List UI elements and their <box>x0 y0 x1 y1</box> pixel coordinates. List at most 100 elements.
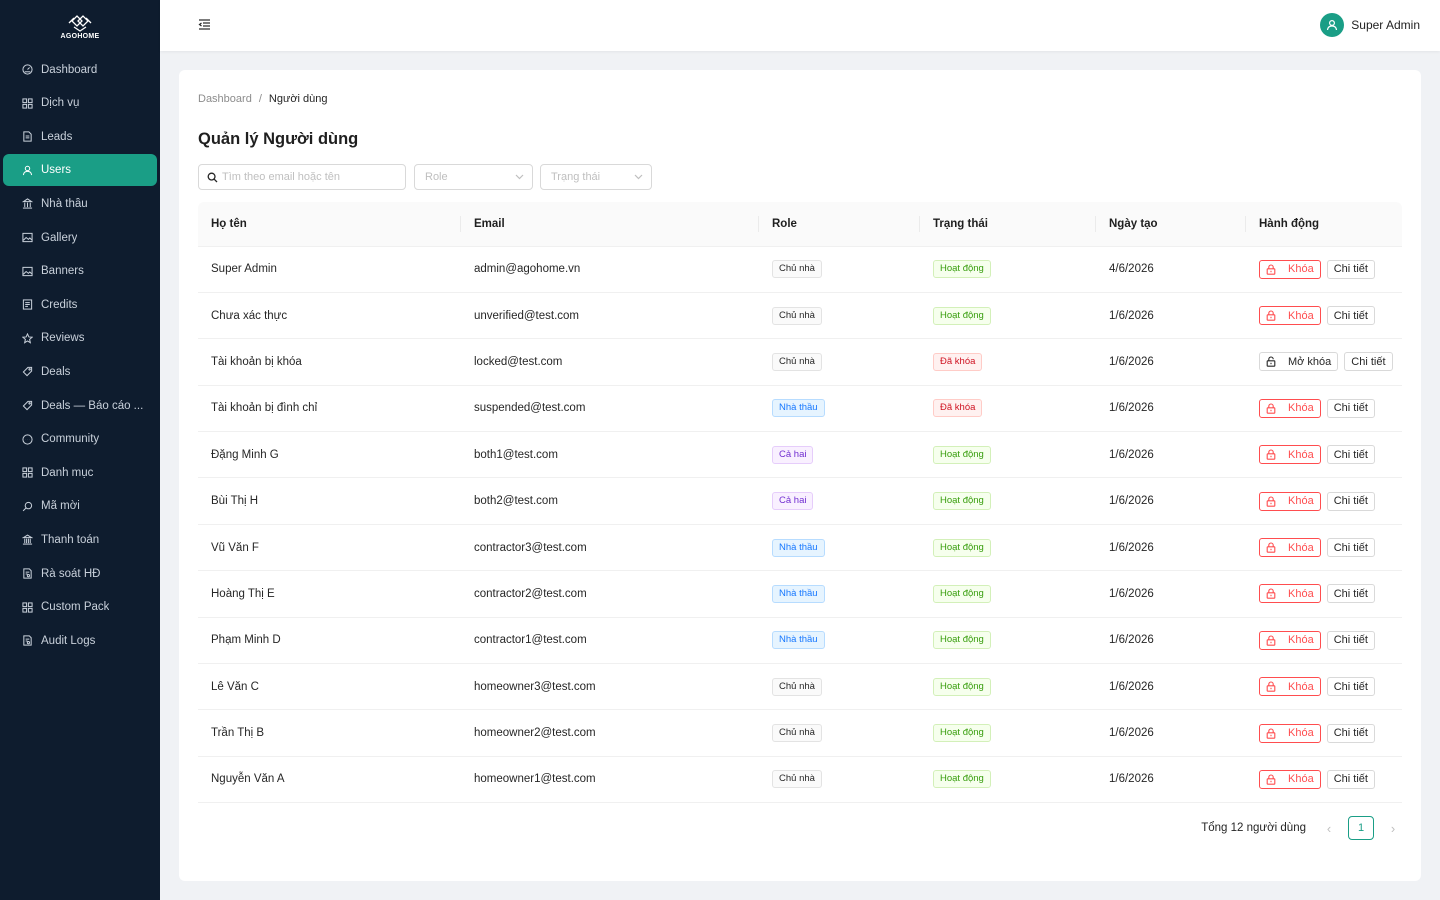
detail-button[interactable]: Chi tiết <box>1326 398 1375 418</box>
cell-email: suspended@test.com <box>461 385 759 433</box>
prev-page-button[interactable]: ‹ <box>1320 816 1338 840</box>
sidebar-item-banners[interactable]: Banners <box>3 255 157 287</box>
action-label: Khóa <box>1288 309 1314 322</box>
status-select[interactable]: Trạng thái <box>540 164 652 190</box>
user-email-text: unverified@test.com <box>474 309 579 322</box>
sidebar-item-gallery[interactable]: Gallery <box>3 222 157 254</box>
detail-button[interactable]: Chi tiết <box>1326 630 1375 650</box>
lock-button[interactable]: Khóa <box>1259 677 1321 697</box>
sidebar-item-deals[interactable]: Deals <box>3 356 157 388</box>
cell-actions: Khóa Chi tiết <box>1246 292 1402 340</box>
lock-button[interactable]: Khóa <box>1259 769 1321 789</box>
sidebar-item-credits[interactable]: Credits <box>3 289 157 321</box>
sidebar-item-leads[interactable]: Leads <box>3 121 157 153</box>
detail-button[interactable]: Chi tiết <box>1326 769 1375 789</box>
user-menu[interactable]: Super Admin <box>1320 13 1420 37</box>
cell-name: Lê Văn C <box>198 663 461 711</box>
user-name-text: Vũ Văn F <box>211 541 259 554</box>
cell-email: homeowner3@test.com <box>461 663 759 711</box>
cell-actions: Khóa Chi tiết <box>1246 385 1402 433</box>
sidebar-item-thanh-toan[interactable]: Thanh toán <box>3 524 157 556</box>
sidebar-item-community[interactable]: Community <box>3 423 157 455</box>
sidebar-item-label: Reviews <box>41 332 85 345</box>
next-page-button[interactable]: › <box>1384 816 1402 840</box>
created-date: 1/6/2026 <box>1109 727 1154 740</box>
cell-created: 1/6/2026 <box>1096 756 1246 804</box>
detail-button[interactable]: Chi tiết <box>1326 584 1375 604</box>
lock-button[interactable]: Khóa <box>1259 445 1321 465</box>
cell-role: Chủ nhà <box>759 292 920 340</box>
column-header: Họ tên <box>198 202 461 247</box>
lock-button[interactable]: Khóa <box>1259 584 1321 604</box>
sidebar-item-nha-thau[interactable]: Nhà thầu <box>3 188 157 220</box>
cell-role: Nhà thầu <box>759 570 920 618</box>
lock-button[interactable]: Khóa <box>1259 491 1321 511</box>
sidebar-item-users[interactable]: Users <box>3 154 157 187</box>
lock-icon <box>1266 496 1282 507</box>
sidebar-item-reviews[interactable]: Reviews <box>3 322 157 354</box>
breadcrumb-root[interactable]: Dashboard <box>198 93 252 105</box>
search-box <box>198 164 406 190</box>
cell-role: Cả hai <box>759 431 920 479</box>
sidebar-item-dashboard[interactable]: Dashboard <box>3 54 157 86</box>
sidebar-item-dich-vu[interactable]: Dịch vụ <box>3 87 157 119</box>
detail-button[interactable]: Chi tiết <box>1326 259 1375 279</box>
lock-icon <box>1266 635 1282 646</box>
cell-status: Đã khóa <box>920 338 1096 386</box>
detail-button[interactable]: Chi tiết <box>1326 491 1375 511</box>
detail-button[interactable]: Chi tiết <box>1326 677 1375 697</box>
detail-label: Chi tiết <box>1333 309 1368 322</box>
role-select[interactable]: Role <box>414 164 533 190</box>
building-icon <box>21 198 33 210</box>
lock-icon <box>1266 728 1282 739</box>
unlock-button[interactable]: Mở khóa <box>1259 352 1339 372</box>
cell-status: Hoạt động <box>920 617 1096 665</box>
sidebar-item-deals-bao-cao[interactable]: Deals — Báo cáo ... <box>3 390 157 422</box>
detail-button[interactable]: Chi tiết <box>1326 723 1375 743</box>
sidebar-item-audit-logs[interactable]: Audit Logs <box>3 625 157 657</box>
cell-email: admin@agohome.vn <box>461 246 759 293</box>
sidebar-item-danh-muc[interactable]: Danh mục <box>3 457 157 489</box>
lock-button[interactable]: Khóa <box>1259 723 1321 743</box>
user-email-text: both1@test.com <box>474 448 558 461</box>
lock-button[interactable]: Khóa <box>1259 630 1321 650</box>
detail-label: Chi tiết <box>1333 727 1368 740</box>
action-label: Khóa <box>1288 680 1314 693</box>
detail-button[interactable]: Chi tiết <box>1326 538 1375 558</box>
lock-button[interactable]: Khóa <box>1259 538 1321 558</box>
user-name-text: Bùi Thị H <box>211 495 259 508</box>
cell-email: homeowner2@test.com <box>461 709 759 757</box>
cell-created: 1/6/2026 <box>1096 338 1246 386</box>
logo[interactable]: AGOHOME <box>0 0 160 52</box>
user-name-text: Tài khoản bị khóa <box>211 355 302 368</box>
table-row: Hoàng Thị E contractor2@test.com Nhà thầ… <box>198 570 1402 618</box>
cell-created: 1/6/2026 <box>1096 524 1246 572</box>
user-name-text: Super Admin <box>211 263 277 276</box>
detail-button[interactable]: Chi tiết <box>1344 352 1393 372</box>
sidebar-item-ra-soat-hd[interactable]: Rà soát HĐ <box>3 558 157 590</box>
user-name: Super Admin <box>1351 18 1420 32</box>
role-tag: Chủ nhà <box>772 260 822 279</box>
row-actions: Khóa Chi tiết <box>1259 445 1402 465</box>
page-1-button[interactable]: 1 <box>1348 816 1374 840</box>
user-email-text: suspended@test.com <box>474 402 586 415</box>
column-header-label: Trạng thái <box>933 217 988 230</box>
created-date: 1/6/2026 <box>1109 680 1154 693</box>
lock-button[interactable]: Khóa <box>1259 259 1321 279</box>
cell-actions: Khóa Chi tiết <box>1246 663 1402 711</box>
detail-button[interactable]: Chi tiết <box>1326 445 1375 465</box>
sidebar-item-label: Community <box>41 433 100 446</box>
lock-button[interactable]: Khóa <box>1259 398 1321 418</box>
sidebar-item-custom-pack[interactable]: Custom Pack <box>3 591 157 623</box>
column-header: Role <box>759 202 920 247</box>
sidebar-item-ma-moi[interactable]: Mã mời <box>3 490 157 522</box>
search-input[interactable] <box>222 171 392 183</box>
cell-status: Hoạt động <box>920 709 1096 757</box>
menu-toggle-button[interactable] <box>198 18 212 32</box>
detail-button[interactable]: Chi tiết <box>1326 306 1375 326</box>
status-badge: Hoạt động <box>933 538 991 557</box>
lock-button[interactable]: Khóa <box>1259 306 1321 326</box>
cell-role: Chủ nhà <box>759 709 920 757</box>
sidebar-item-label: Thanh toán <box>41 533 100 546</box>
row-actions: Khóa Chi tiết <box>1259 630 1402 650</box>
